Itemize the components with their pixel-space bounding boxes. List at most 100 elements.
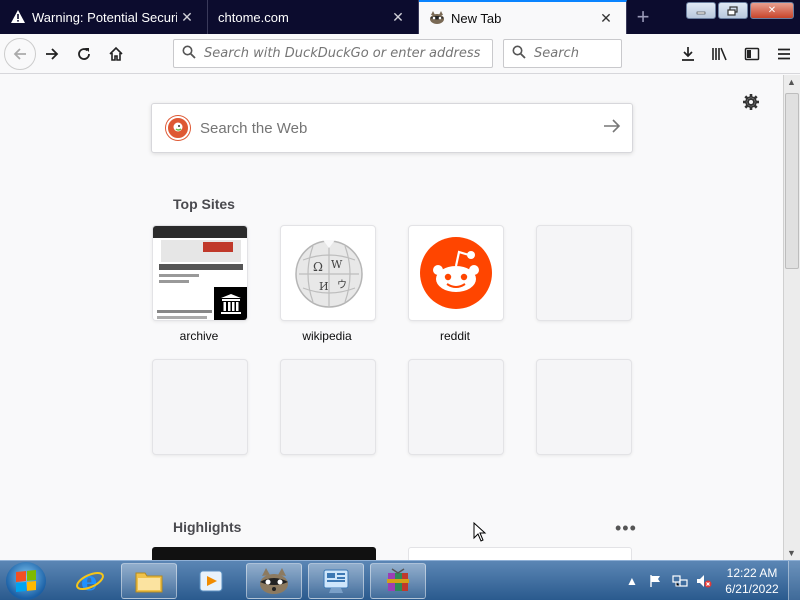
raccoon-icon [260,568,288,594]
library-button[interactable] [704,38,736,70]
tab-label: New Tab [451,10,502,26]
new-tab-page: Top Sites archive Ω W И ウ [0,75,783,560]
search-bar[interactable] [503,39,622,68]
taskbar-winrar[interactable] [370,563,426,599]
system-tray: ▲ 12:22 AM 6/21/2022 [620,561,800,600]
highlight-card[interactable] [408,547,632,560]
top-site-wikipedia[interactable]: Ω W И ウ [280,225,376,321]
top-site-label: reddit [439,329,471,343]
scroll-down-icon[interactable]: ▼ [787,548,796,558]
home-button[interactable] [100,38,132,70]
back-button[interactable] [4,37,36,70]
tab-new-tab[interactable]: New Tab ✕ [419,0,627,34]
new-tab-button[interactable]: + [627,0,659,34]
url-input[interactable] [204,46,492,61]
downloads-button[interactable] [672,38,704,70]
sidebar-icon [744,47,760,61]
svg-text:И: И [319,280,329,293]
archive-icon [214,287,247,320]
clock-time: 12:22 AM [726,566,778,580]
reddit-icon [419,236,493,313]
windows-logo-icon [16,569,36,593]
forward-button[interactable] [36,38,68,70]
highlights-title: Highlights [173,519,242,535]
taskbar-control-panel[interactable] [308,563,364,599]
svg-text:Ω: Ω [313,260,323,274]
home-icon [109,46,123,61]
mouse-cursor-icon [473,521,487,545]
top-site-empty[interactable] [280,359,376,455]
internet-explorer-icon: e [76,567,104,596]
arrow-right-icon [46,47,59,60]
duckduckgo-icon [166,116,190,140]
reload-button[interactable] [68,38,100,70]
more-options-icon[interactable]: ••• [615,518,637,539]
archive-books-icon [387,568,409,591]
tab-label: Warning: Potential Security Risk Ahead [32,9,177,25]
tab-strip: Warning: Potential Security Risk Ahead ✕… [0,0,800,34]
taskbar: e ▲ 12:22 AM 6/21/2022 [0,560,800,600]
hamburger-menu-icon [778,48,790,60]
show-desktop-button[interactable] [788,561,800,600]
show-hidden-icons-icon[interactable]: ▲ [623,572,641,590]
clock-date: 6/21/2022 [725,582,779,596]
taskbar-clock[interactable]: 12:22 AM 6/21/2022 [716,565,788,597]
taskbar-firefox[interactable] [246,563,302,599]
top-sites-title: Top Sites [173,196,235,212]
top-site-empty[interactable] [408,359,504,455]
nav-toolbar [0,34,800,74]
tab-label: chtome.com [218,9,289,25]
restore-button[interactable] [718,2,748,19]
wikipedia-globe-icon: Ω W И ウ [293,238,365,313]
start-button[interactable] [6,562,46,600]
close-tab-icon[interactable]: ✕ [177,9,197,26]
action-center-flag-icon[interactable] [647,572,665,590]
taskbar-media-player[interactable] [183,563,239,599]
svg-text:ウ: ウ [337,279,347,291]
tab-security-warning[interactable]: Warning: Potential Security Risk Ahead ✕ [0,0,208,34]
media-player-icon [199,570,223,592]
minimize-button[interactable] [686,2,716,19]
library-icon [712,47,727,61]
search-icon [512,45,526,62]
scroll-up-icon[interactable]: ▲ [787,77,796,87]
top-site-archive[interactable] [152,225,248,321]
sidebar-button[interactable] [736,38,768,70]
web-search-box[interactable] [151,103,633,153]
scroll-thumb[interactable] [785,93,799,269]
top-site-empty[interactable] [536,359,632,455]
taskbar-internet-explorer[interactable]: e [62,563,118,599]
volume-muted-icon[interactable] [695,572,713,590]
svg-text:e: e [81,567,98,596]
svg-text:W: W [331,258,343,271]
arrow-left-icon [13,47,26,60]
arrow-right-icon[interactable] [592,117,632,140]
highlight-card[interactable] [152,547,376,560]
top-site-reddit[interactable] [408,225,504,321]
close-tab-icon[interactable]: ✕ [596,10,616,27]
network-icon[interactable] [671,572,689,590]
top-site-empty[interactable] [152,359,248,455]
url-bar[interactable] [173,39,493,68]
page-scrollbar[interactable]: ▲ ▼ [783,75,800,560]
toolbar-right [672,38,800,70]
download-icon [682,47,694,61]
gear-icon[interactable] [742,93,760,117]
top-site-label: wikipedia [302,329,352,343]
window-controls: ✕ [686,2,794,19]
menu-button[interactable] [768,38,800,70]
close-tab-icon[interactable]: ✕ [388,9,408,26]
reload-icon [78,47,90,60]
taskbar-explorer[interactable] [121,563,177,599]
folder-icon [135,572,163,593]
search-input[interactable] [534,46,621,61]
tab-chtome[interactable]: chtome.com ✕ [208,0,419,34]
search-icon [182,45,196,62]
top-site-label: archive [179,329,219,343]
close-window-button[interactable]: ✕ [750,2,794,19]
warning-icon [10,9,26,25]
web-search-input[interactable] [200,119,592,137]
raccoon-icon [429,10,445,26]
control-panel-icon [323,569,349,593]
top-site-empty[interactable] [536,225,632,321]
